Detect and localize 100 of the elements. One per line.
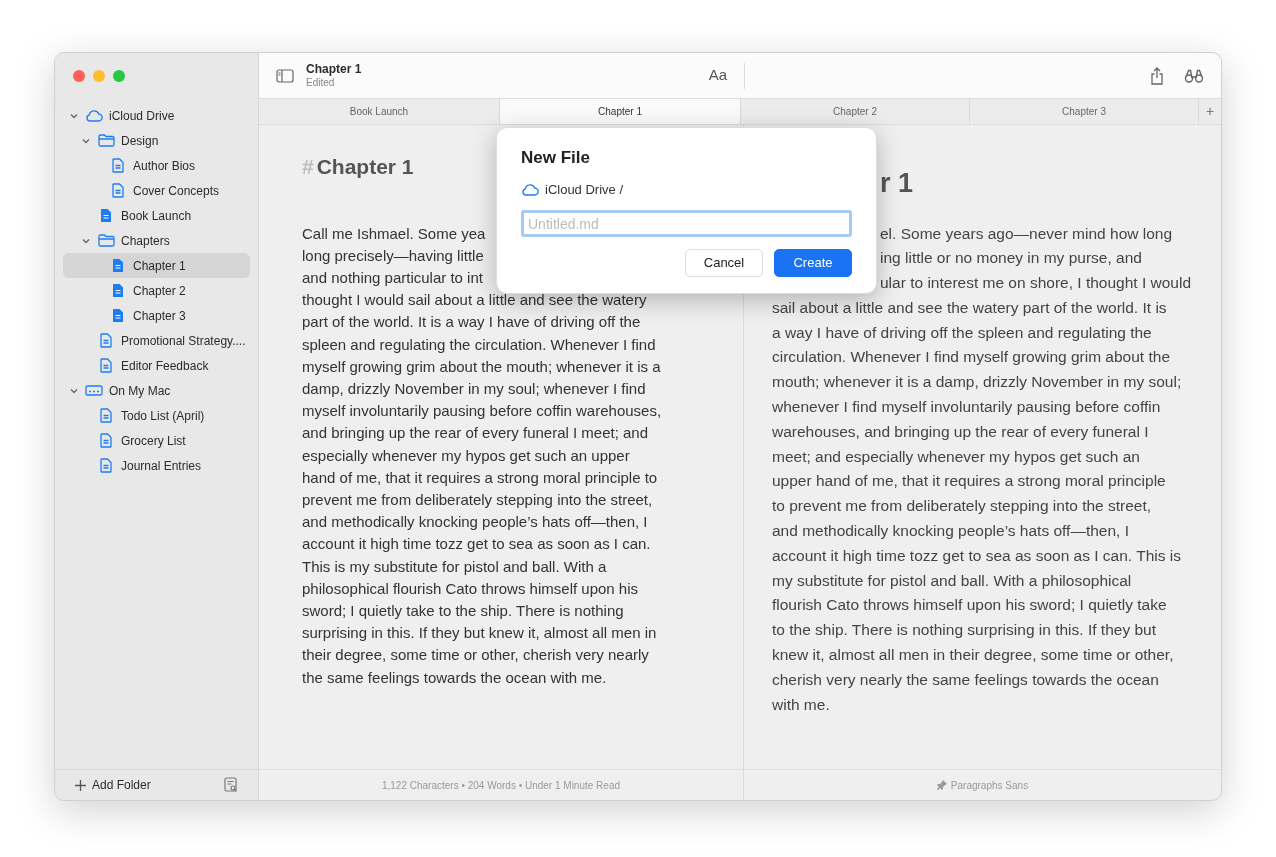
- sidebar-item[interactable]: Design: [63, 128, 250, 153]
- chevron-icon[interactable]: [70, 112, 78, 119]
- text-line: sail about a little and see the watery part of the world. It is: [772, 297, 1167, 318]
- document-icon: [112, 183, 124, 198]
- text-line: thought I would sail about a little and see the watery: [302, 290, 647, 311]
- tab[interactable]: Chapter 3: [970, 99, 1199, 124]
- font-name: Paragraphs Sans: [950, 778, 1029, 793]
- text-line: philosophical flourish Cato throws himself upon his: [302, 578, 638, 599]
- chevron-icon[interactable]: [70, 387, 78, 394]
- document-search-icon[interactable]: [224, 777, 238, 793]
- text-line: ing little or no money in my purse, and: [880, 248, 1142, 269]
- sidebar-item[interactable]: Chapters: [63, 228, 250, 253]
- cloud-icon: [85, 109, 103, 122]
- folder-icon: [97, 234, 115, 247]
- filename-field[interactable]: Untitled.md: [521, 210, 852, 237]
- add-folder-button[interactable]: Add Folder: [75, 776, 151, 794]
- folder-icon: [97, 134, 115, 147]
- document-icon: [100, 358, 112, 373]
- sidebar-item[interactable]: Chapter 1: [63, 253, 250, 278]
- chevron-icon[interactable]: [82, 137, 90, 144]
- sidebar-item[interactable]: Chapter 2: [63, 278, 250, 303]
- text-line: especially whenever my hypos get such an upper: [302, 445, 630, 466]
- sidebar-item[interactable]: Journal Entries: [63, 453, 250, 478]
- document-icon: [100, 458, 112, 473]
- editor-heading: Chapter 1: [316, 154, 414, 180]
- document-icon: [112, 158, 124, 173]
- chevron-icon[interactable]: [82, 237, 90, 244]
- sidebar-item[interactable]: Author Bios: [63, 153, 250, 178]
- close-button[interactable]: [73, 70, 85, 82]
- drive-icon: [85, 385, 103, 396]
- text-line: flourish Cato throws himself upon his sword; I quietly take: [772, 595, 1167, 616]
- dialog-title: New File: [521, 147, 590, 169]
- document-icon: [112, 308, 124, 323]
- text-line: meet; and especially whenever my hypos get such an: [772, 446, 1140, 467]
- text-line: and methodically knocking people’s hats off—then, I: [772, 521, 1129, 542]
- share-icon[interactable]: [1150, 66, 1164, 85]
- sidebar-item[interactable]: Promotional Strategy....: [63, 328, 250, 353]
- text-line: knew it, almost all men in their degree, some time or other,: [772, 645, 1174, 666]
- text-line: and methodically knocking people’s hats off—then, I: [302, 512, 648, 533]
- text-line: cherish very nearly the same feelings towards the ocean: [772, 669, 1159, 690]
- heading-marker: #: [302, 154, 314, 180]
- text-line: a way I have of driving off the spleen and regulating the: [772, 322, 1152, 343]
- location-label: iCloud Drive /: [545, 180, 624, 199]
- text-line: This is my substitute for pistol and ball. With a: [302, 556, 607, 577]
- document-status: Edited: [306, 76, 336, 90]
- text-line: ular to interest me on shore, I thought I would: [880, 273, 1192, 294]
- new-tab-button[interactable]: +: [1199, 99, 1221, 124]
- text-line: upper hand of me, that it requires a strong moral principle: [772, 471, 1166, 492]
- text-line: to the ship. There is nothing surprising in this. If they but: [772, 620, 1156, 641]
- text-line: spleen and regulating the circulation. Whenever I find: [302, 334, 656, 355]
- document-icon: [100, 333, 112, 348]
- word-count: 1,122 Characters • 204 Words • Under 1 Minute Read: [259, 769, 743, 800]
- text-line: long precisely—having little: [302, 245, 484, 266]
- sidebar-item[interactable]: Grocery List: [63, 428, 250, 453]
- text-line: to prevent me from deliberately stepping into the street,: [772, 496, 1152, 517]
- sidebar-toggle-icon[interactable]: [276, 68, 294, 83]
- preview-heading: r 1: [880, 167, 914, 200]
- text-line: surprising in this. If they but knew it, almost all men in: [302, 623, 657, 644]
- text-line: and bringing up the rear of every funeral I meet; and: [302, 423, 649, 444]
- sidebar-item[interactable]: iCloud Drive: [63, 103, 250, 128]
- plus-icon: [75, 779, 86, 791]
- text-line: circulation. Whenever I find myself growing grim about the: [772, 347, 1170, 368]
- document-icon: [100, 408, 112, 423]
- text-line: part of the world. It is a way I have of driving off the: [302, 312, 641, 333]
- sidebar-item[interactable]: Book Launch: [63, 203, 250, 228]
- text-line: whenever I find myself involuntarily pausing before coffin: [772, 397, 1161, 418]
- text-line: and nothing particular to int: [302, 267, 483, 288]
- text-line: myself growing grim about the mouth; whenever it is a: [302, 356, 661, 377]
- text-line: with me.: [772, 694, 830, 715]
- text-line: account it high time tozz get to sea as soon as I can.: [302, 534, 651, 555]
- font-button[interactable]: Aa: [708, 64, 727, 87]
- text-line: warehouses, and bringing up the rear of every funeral I: [772, 421, 1149, 442]
- text-line: mouth; whenever it is a damp, drizzly November in my soul;: [772, 372, 1182, 393]
- text-line: hand of me, that it requires a strong moral principle to: [302, 467, 658, 488]
- tab[interactable]: Chapter 2: [741, 99, 970, 124]
- text-line: account it high time tozz get to sea as soon as I can. This is: [772, 545, 1181, 566]
- pin-icon: [936, 780, 947, 790]
- document-icon: [100, 208, 112, 223]
- text-line: Call me Ishmael. Some yea: [302, 223, 486, 244]
- binoculars-icon[interactable]: [1184, 68, 1204, 83]
- document-icon: [100, 433, 112, 448]
- document-title: Chapter 1: [306, 61, 363, 77]
- sidebar-item[interactable]: On My Mac: [63, 378, 250, 403]
- sidebar-item[interactable]: Editor Feedback: [63, 353, 250, 378]
- document-icon: [112, 283, 124, 298]
- cancel-button[interactable]: Cancel: [685, 249, 763, 277]
- sidebar-item[interactable]: Cover Concepts: [63, 178, 250, 203]
- tab[interactable]: Chapter 1: [500, 99, 741, 124]
- text-line: the same feelings towards the ocean with me.: [302, 667, 607, 688]
- text-line: sword; I quietly take to the ship. There is nothing: [302, 600, 624, 621]
- document-icon: [112, 258, 124, 273]
- create-button[interactable]: Create: [774, 249, 852, 277]
- text-line: myself involuntarily pausing before coffin warehouses,: [302, 401, 662, 422]
- sidebar-item[interactable]: Todo List (April): [63, 403, 250, 428]
- sidebar-item[interactable]: Chapter 3: [63, 303, 250, 328]
- text-line: damp, drizzly November in my soul; whenever I find: [302, 378, 646, 399]
- text-line: prevent me from deliberately stepping into the street,: [302, 489, 653, 510]
- cloud-icon: [521, 182, 539, 196]
- text-line: their degree, some time or other, cherish very nearly: [302, 645, 649, 666]
- text-line: el. Some years ago—never mind how long: [880, 223, 1173, 244]
